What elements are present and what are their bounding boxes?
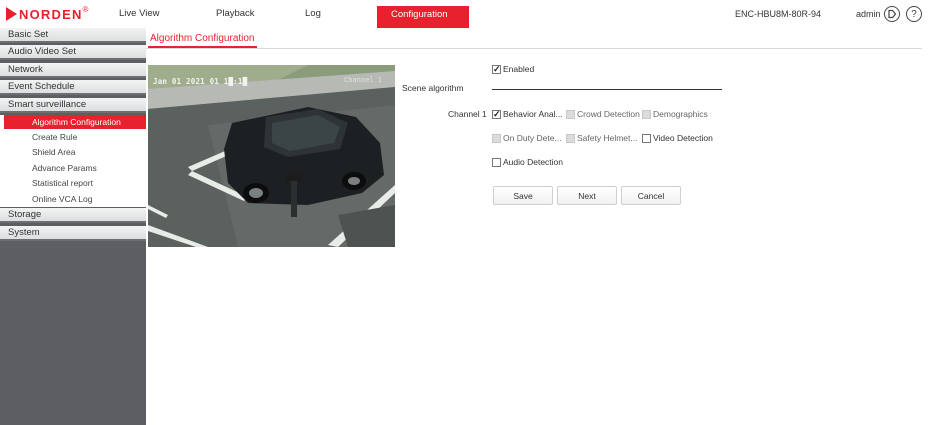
sidebar: Basic Set Audio Video Set Network Event … xyxy=(0,28,146,425)
osd-channel: Channel 1 xyxy=(344,76,382,84)
video-detection-checkbox[interactable]: Video Detection xyxy=(642,132,713,144)
menu-audio-video-set[interactable]: Audio Video Set xyxy=(0,45,146,60)
menu-network[interactable]: Network xyxy=(0,63,146,78)
next-button[interactable]: Next xyxy=(557,186,617,205)
video-detection-box[interactable] xyxy=(642,133,651,143)
logout-icon[interactable] xyxy=(884,6,900,22)
enabled-checkbox[interactable]: Enabled xyxy=(492,63,534,75)
on-duty-detection-label: On Duty Dete... xyxy=(503,133,562,143)
behavior-analysis-box[interactable] xyxy=(492,108,501,120)
sidebar-item-advance-params[interactable]: Advance Params xyxy=(0,161,146,175)
safety-helmet-checkbox[interactable]: Safety Helmet... xyxy=(566,132,637,144)
save-button[interactable]: Save xyxy=(493,186,553,205)
logo-triangle-icon xyxy=(6,7,17,21)
behavior-analysis-label: Behavior Anal... xyxy=(503,109,563,119)
user-name: admin xyxy=(856,9,881,19)
sidebar-item-create-rule[interactable]: Create Rule xyxy=(0,130,146,144)
video-preview: Jan 01 2021 01 1█:1█ Channel 1 xyxy=(148,65,395,247)
safety-helmet-box[interactable] xyxy=(566,133,575,143)
crowd-detection-label: Crowd Detection xyxy=(577,109,640,119)
scene-algorithm-underline xyxy=(492,89,722,90)
nav-configuration[interactable]: Configuration xyxy=(377,6,469,28)
crowd-detection-box[interactable] xyxy=(566,109,575,119)
camera-scene xyxy=(148,65,395,247)
menu-storage[interactable]: Storage xyxy=(0,208,146,223)
nav-playback[interactable]: Playback xyxy=(216,6,255,28)
on-duty-detection-checkbox[interactable]: On Duty Dete... xyxy=(492,132,562,144)
audio-detection-box[interactable] xyxy=(492,157,501,167)
logout-glyph xyxy=(888,9,897,19)
help-icon[interactable]: ? xyxy=(906,6,922,22)
demographics-label: Demographics xyxy=(653,109,708,119)
logo-text: NORDEN xyxy=(19,6,83,22)
device-name: ENC-HBU8M-80R-94 xyxy=(735,9,822,19)
sidebar-item-statistical-report[interactable]: Statistical report xyxy=(0,176,146,190)
menu-basic-set[interactable]: Basic Set xyxy=(0,28,146,43)
crowd-detection-checkbox[interactable]: Crowd Detection xyxy=(566,108,640,120)
on-duty-detection-box[interactable] xyxy=(492,133,501,143)
tab-divider xyxy=(146,48,922,49)
registered-mark: ® xyxy=(82,4,89,14)
enabled-checkbox-box[interactable] xyxy=(492,63,501,75)
top-bar: NORDEN ® Live View Playback Log Configur… xyxy=(0,0,928,28)
tab-algorithm-configuration[interactable]: Algorithm Configuration xyxy=(148,32,257,48)
menu-system[interactable]: System xyxy=(0,226,146,241)
osd-timestamp: Jan 01 2021 01 1█:1█ xyxy=(153,77,248,86)
audio-detection-checkbox[interactable]: Audio Detection xyxy=(492,156,563,168)
sidebar-item-online-vca-log[interactable]: Online VCA Log xyxy=(0,192,146,206)
channel-label: Channel 1 xyxy=(448,109,487,119)
safety-helmet-label: Safety Helmet... xyxy=(577,133,638,143)
menu-smart-surveillance[interactable]: Smart surveillance xyxy=(0,98,146,113)
sidebar-item-algorithm-configuration[interactable]: Algorithm Configuration xyxy=(4,115,146,129)
menu-event-schedule[interactable]: Event Schedule xyxy=(0,80,146,95)
video-detection-label: Video Detection xyxy=(653,133,713,143)
sidebar-item-shield-area[interactable]: Shield Area xyxy=(0,145,146,159)
behavior-analysis-checkbox[interactable]: Behavior Anal... xyxy=(492,108,563,120)
scene-algorithm-label: Scene algorithm xyxy=(402,83,464,93)
norden-logo: NORDEN ® xyxy=(6,4,88,24)
nav-live-view[interactable]: Live View xyxy=(119,6,160,28)
enabled-label: Enabled xyxy=(503,64,535,74)
nav-log[interactable]: Log xyxy=(305,6,321,28)
audio-detection-label: Audio Detection xyxy=(503,157,564,167)
demographics-box[interactable] xyxy=(642,109,651,119)
demographics-checkbox[interactable]: Demographics xyxy=(642,108,708,120)
cancel-button[interactable]: Cancel xyxy=(621,186,681,205)
smart-surveillance-submenu: Algorithm Configuration Create Rule Shie… xyxy=(0,115,146,207)
